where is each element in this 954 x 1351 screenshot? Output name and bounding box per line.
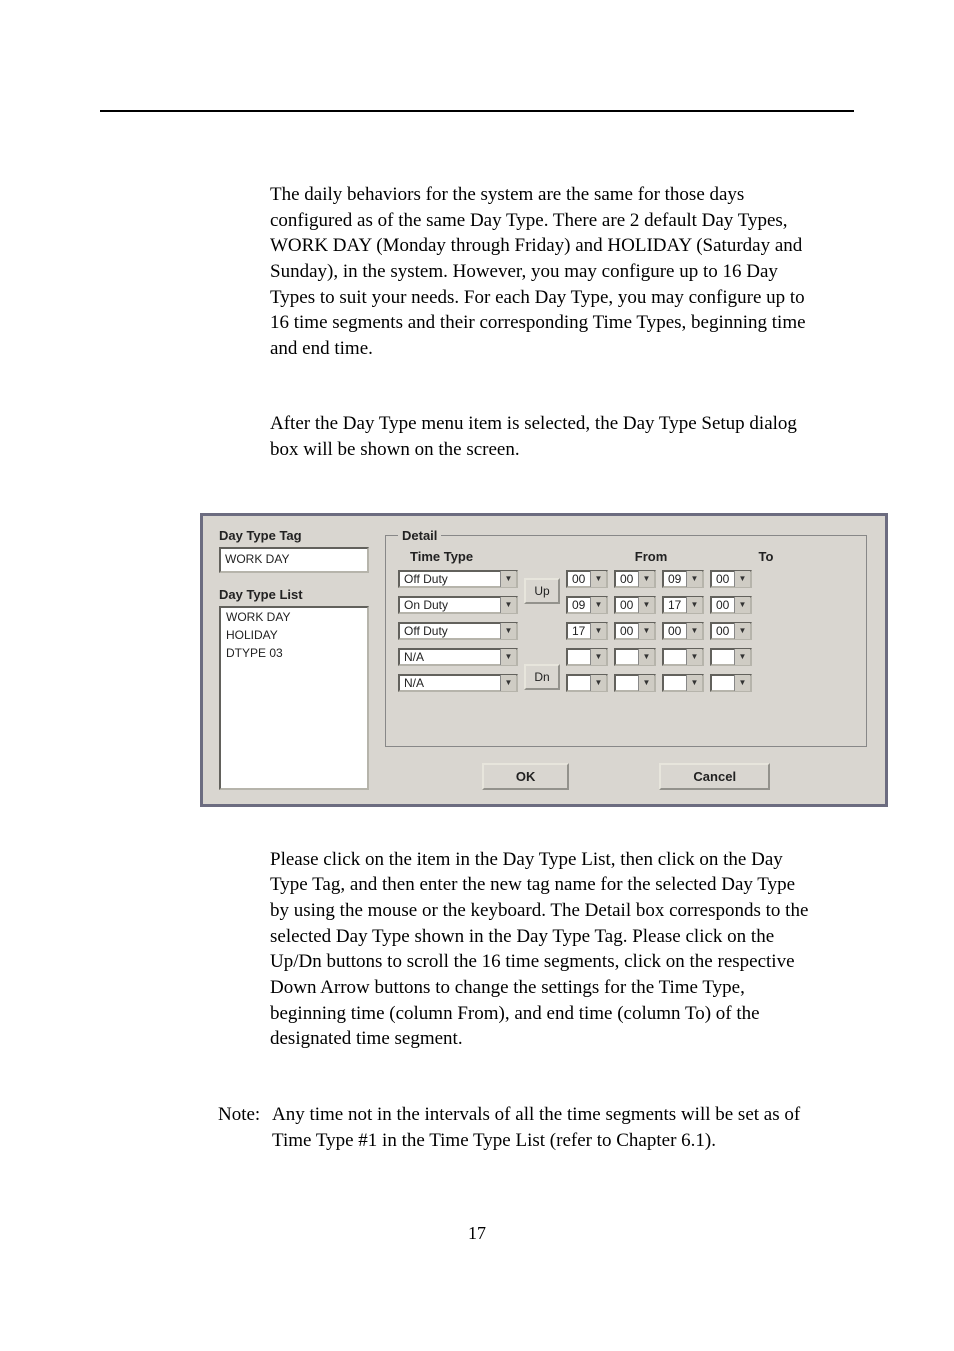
time-type-select[interactable]: N/A▼ [398,648,518,666]
note-text: Any time not in the intervals of all the… [272,1102,814,1153]
chevron-down-icon: ▼ [590,623,606,639]
chevron-down-icon: ▼ [734,675,750,691]
header-from: From [586,549,716,564]
chevron-down-icon: ▼ [734,623,750,639]
from-hour-select[interactable]: 09▼ [566,596,608,614]
up-button[interactable]: Up [524,578,560,604]
to-min-select[interactable]: 00▼ [710,622,752,640]
paragraph-3: Please click on the item in the Day Type… [270,847,814,1052]
chevron-down-icon: ▼ [638,649,654,665]
chevron-down-icon: ▼ [638,675,654,691]
cancel-button[interactable]: Cancel [659,763,770,790]
to-min-select[interactable]: 00▼ [710,596,752,614]
from-min-select[interactable]: ▼ [614,674,656,692]
header-time-type: Time Type [410,549,540,564]
paragraph-2: After the Day Type menu item is selected… [270,411,814,462]
chevron-down-icon: ▼ [734,597,750,613]
chevron-down-icon: ▼ [500,675,516,691]
dn-button[interactable]: Dn [524,664,560,690]
detail-groupbox: Detail Time Type From To Off Duty▼ On Du… [385,528,867,747]
chevron-down-icon: ▼ [590,597,606,613]
list-item[interactable]: HOLIDAY [221,626,367,644]
paragraph-1: The daily behaviors for the system are t… [270,182,814,361]
chevron-down-icon: ▼ [686,675,702,691]
chevron-down-icon: ▼ [734,571,750,587]
from-hour-select[interactable]: ▼ [566,648,608,666]
chevron-down-icon: ▼ [638,597,654,613]
day-type-list[interactable]: WORK DAY HOLIDAY DTYPE 03 [219,606,369,790]
to-min-select[interactable]: ▼ [710,648,752,666]
from-hour-select[interactable]: ▼ [566,674,608,692]
chevron-down-icon: ▼ [590,571,606,587]
page-number: 17 [100,1223,854,1244]
day-type-setup-dialog: Day Type Tag WORK DAY Day Type List WORK… [200,513,888,807]
time-type-select[interactable]: Off Duty▼ [398,570,518,588]
to-hour-select[interactable]: ▼ [662,674,704,692]
chevron-down-icon: ▼ [638,623,654,639]
chevron-down-icon: ▼ [500,649,516,665]
time-type-select[interactable]: Off Duty▼ [398,622,518,640]
to-hour-select[interactable]: 17▼ [662,596,704,614]
list-item[interactable]: DTYPE 03 [221,644,367,662]
chevron-down-icon: ▼ [500,597,516,613]
chevron-down-icon: ▼ [686,623,702,639]
to-min-select[interactable]: 00▼ [710,570,752,588]
chevron-down-icon: ▼ [686,649,702,665]
time-type-select[interactable]: N/A▼ [398,674,518,692]
horizontal-rule [100,110,854,112]
chevron-down-icon: ▼ [686,571,702,587]
chevron-down-icon: ▼ [734,649,750,665]
chevron-down-icon: ▼ [590,649,606,665]
day-type-tag-label: Day Type Tag [219,528,369,543]
to-min-select[interactable]: ▼ [710,674,752,692]
detail-legend: Detail [398,528,441,543]
to-hour-select[interactable]: 00▼ [662,622,704,640]
time-type-select[interactable]: On Duty▼ [398,596,518,614]
ok-button[interactable]: OK [482,763,570,790]
note-label: Note: [218,1102,272,1153]
chevron-down-icon: ▼ [500,623,516,639]
from-min-select[interactable]: 00▼ [614,622,656,640]
from-min-select[interactable]: 00▼ [614,596,656,614]
to-hour-select[interactable]: ▼ [662,648,704,666]
from-min-select[interactable]: ▼ [614,648,656,666]
from-min-select[interactable]: 00▼ [614,570,656,588]
chevron-down-icon: ▼ [500,571,516,587]
to-hour-select[interactable]: 09▼ [662,570,704,588]
note-block: Note: Any time not in the intervals of a… [218,1102,814,1153]
chevron-down-icon: ▼ [638,571,654,587]
day-type-list-label: Day Type List [219,587,369,602]
day-type-tag-input[interactable]: WORK DAY [219,547,369,573]
chevron-down-icon: ▼ [686,597,702,613]
header-to: To [716,549,816,564]
from-hour-select[interactable]: 17▼ [566,622,608,640]
from-hour-select[interactable]: 00▼ [566,570,608,588]
list-item[interactable]: WORK DAY [221,608,367,626]
chevron-down-icon: ▼ [590,675,606,691]
